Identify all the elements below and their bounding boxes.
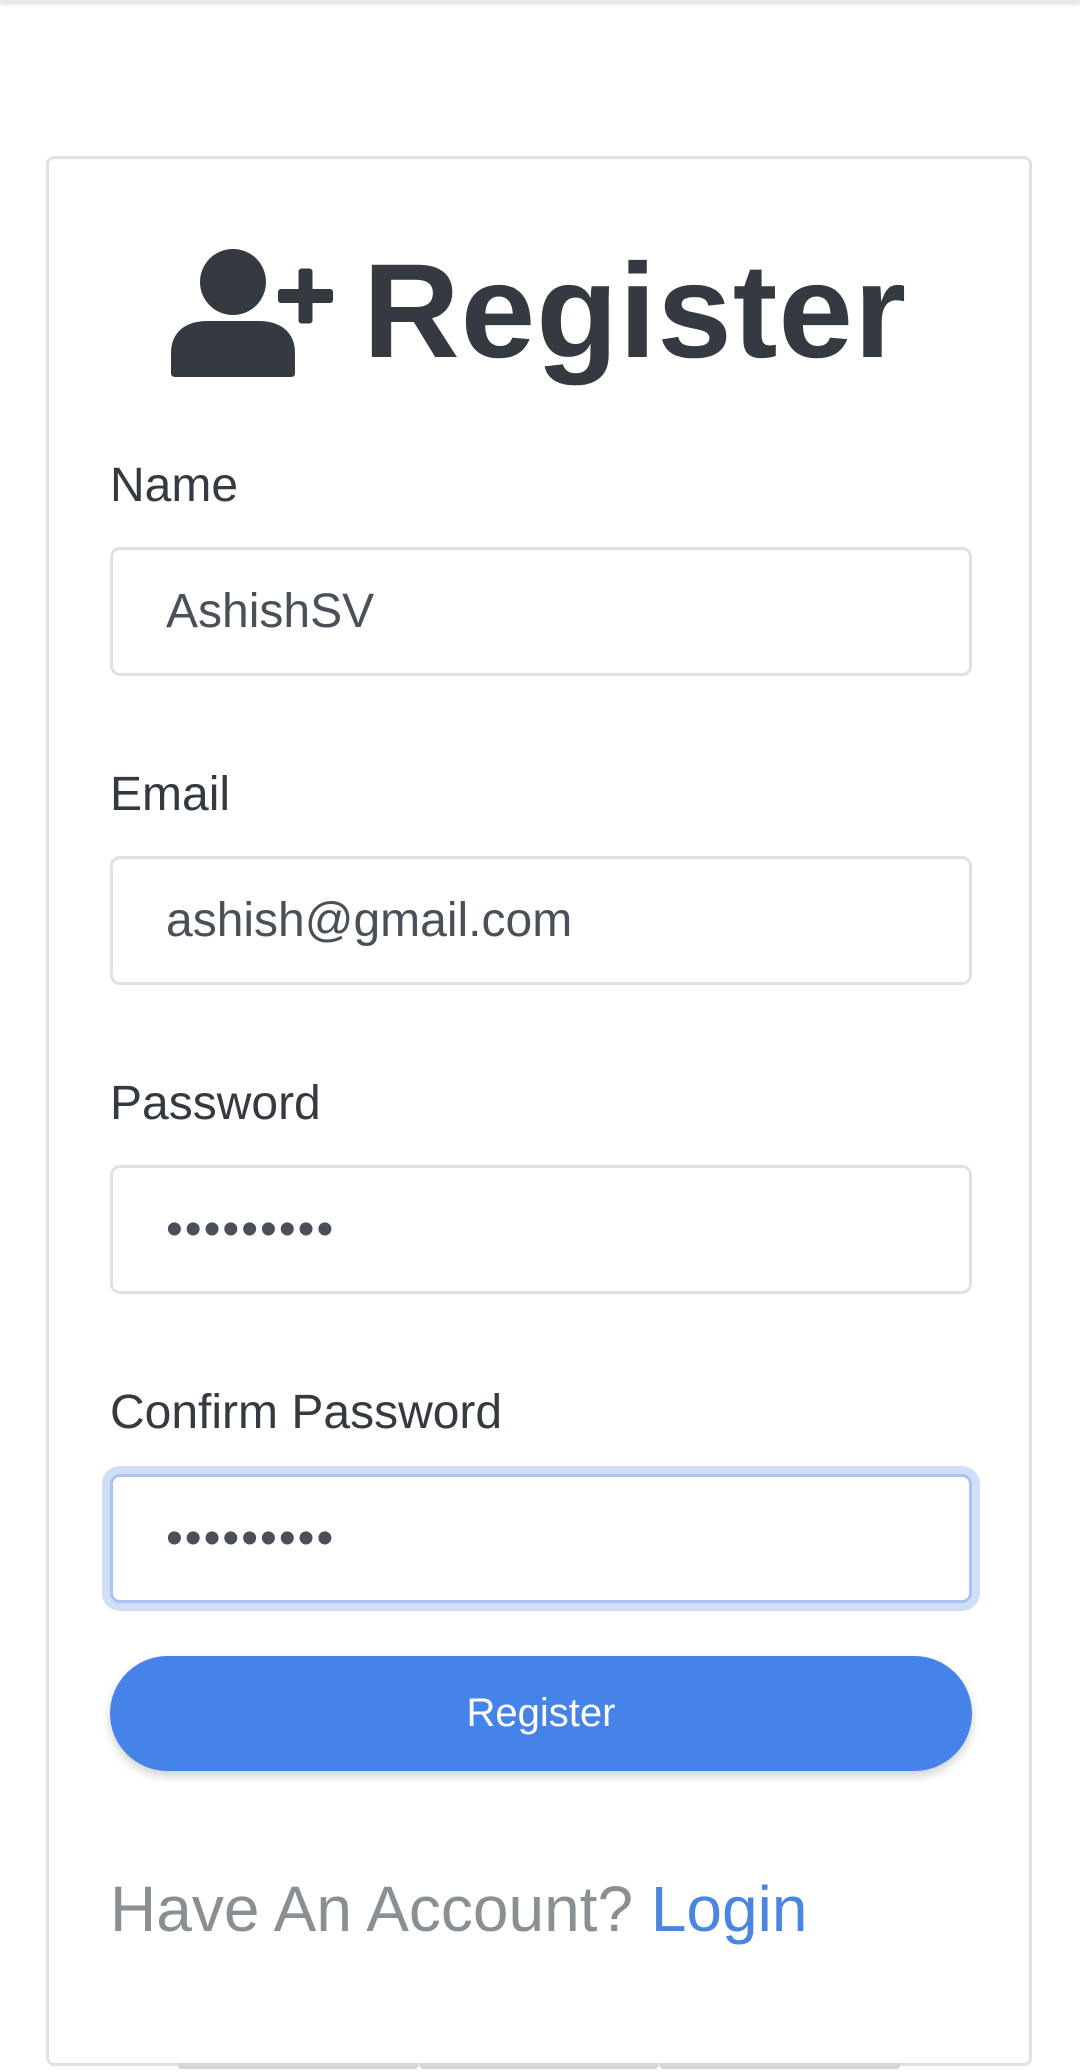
name-field-group: Name: [110, 459, 972, 676]
confirm-password-input[interactable]: [110, 1474, 972, 1603]
name-input[interactable]: [110, 547, 972, 676]
have-account-text: Have An Account?: [110, 1873, 634, 1945]
have-account-line: Have An Account? Login: [110, 1877, 807, 1941]
nav-pill-left: [178, 2063, 418, 2069]
confirm-password-label: Confirm Password: [110, 1386, 503, 1439]
email-input[interactable]: [110, 856, 972, 985]
top-bar-shadow: [0, 0, 1080, 4]
login-link[interactable]: Login: [651, 1873, 808, 1945]
password-label: Password: [110, 1077, 321, 1130]
confirm-password-field-group: Confirm Password: [110, 1386, 972, 1603]
email-label: Email: [110, 768, 231, 821]
nav-pill-center: [420, 2063, 658, 2069]
password-field-group: Password: [110, 1077, 972, 1294]
user-plus-icon: [170, 249, 333, 377]
page-title-text: Register: [362, 237, 908, 386]
page-title: Register: [49, 227, 1029, 397]
register-card: Register Name Email Password Confirm Pas…: [46, 156, 1032, 2066]
password-input[interactable]: [110, 1165, 972, 1294]
email-field-group: Email: [110, 768, 972, 985]
register-button[interactable]: Register: [110, 1656, 972, 1771]
nav-pill-right: [660, 2063, 900, 2069]
name-label: Name: [110, 459, 239, 512]
